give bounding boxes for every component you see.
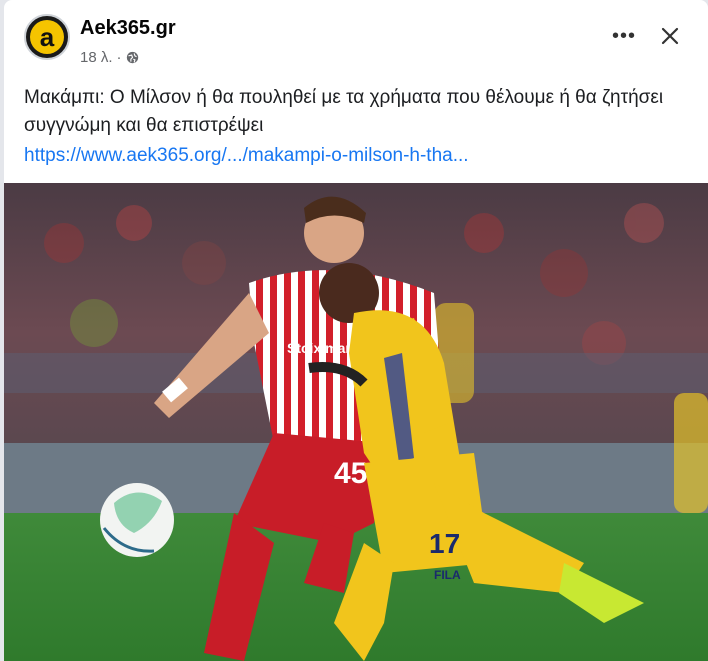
more-options-icon: ••• [611, 24, 636, 47]
post-header: a Aek365.gr 18 λ. · ••• Μακάμπι: Ο Μίλσο… [4, 0, 708, 180]
svg-text:17: 17 [429, 528, 460, 559]
close-icon [661, 27, 679, 45]
page-name-link[interactable]: Aek365.gr [80, 17, 176, 40]
ball [100, 483, 174, 557]
avatar-logo: a [30, 20, 64, 54]
post-photo[interactable]: 45 Stoiximan 17 FILA [4, 183, 708, 661]
post-text: Μακάμπι: Ο Μίλσον ή θα πουληθεί με τα χρ… [24, 87, 664, 136]
close-button[interactable] [656, 22, 684, 50]
page-avatar[interactable]: a [24, 14, 70, 60]
post-timestamp[interactable]: 18 λ. [80, 49, 113, 66]
post-card: a Aek365.gr 18 λ. · ••• Μακάμπι: Ο Μίλσο… [4, 0, 708, 661]
globe-icon [126, 51, 139, 64]
meta-separator: · [116, 49, 122, 66]
svg-text:45: 45 [334, 457, 367, 490]
svg-text:Stoiximan: Stoiximan [287, 340, 354, 356]
post-link[interactable]: https://www.aek365.org/.../makampi-o-mil… [24, 142, 469, 170]
post-meta: 18 λ. · [80, 49, 139, 66]
svg-text:FILA: FILA [434, 568, 461, 582]
more-options-button[interactable]: ••• [610, 22, 638, 50]
